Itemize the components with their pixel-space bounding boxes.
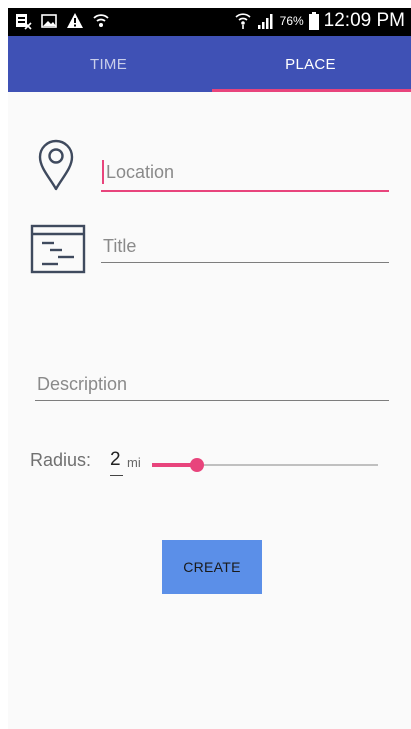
title-field[interactable]: Title [101,236,391,266]
location-pin-icon [38,139,74,191]
create-button[interactable]: CREATE [162,540,262,594]
phone-screen: 76% 12:09 PM TIME PLACE Location Title D… [8,8,411,729]
slider-thumb[interactable] [190,458,205,472]
radius-value[interactable]: 2 [110,449,121,471]
description-placeholder: Description [37,374,128,394]
battery-icon [308,12,319,30]
wifi-calling-icon [235,13,251,29]
tab-indicator [212,89,411,92]
location-placeholder: Location [106,162,175,182]
image-icon [41,14,57,28]
wifi-icon [93,14,109,27]
radius-slider[interactable] [152,448,378,482]
tab-bar: TIME PLACE [8,36,411,92]
radius-label: Radius: [30,450,92,470]
signal-icon [257,14,273,29]
location-field[interactable]: Location [101,160,391,194]
warning-icon [67,13,83,28]
description-underline [35,400,389,401]
tab-place[interactable]: PLACE [210,36,411,92]
radius-value-underline [110,475,123,476]
battery-percent: 76% [279,14,304,28]
radius-row: Radius: 2 mi [30,448,390,488]
tab-time[interactable]: TIME [8,36,209,92]
radius-unit: mi [127,455,141,470]
status-bar: 76% 12:09 PM [8,8,411,36]
status-time: 12:09 PM [323,10,405,31]
title-icon [30,224,86,274]
text-cursor [102,160,104,184]
sim-card-icon [16,14,32,30]
title-placeholder: Title [103,236,137,256]
location-underline [101,190,389,192]
title-underline [101,262,389,263]
description-field[interactable]: Description [35,374,391,404]
